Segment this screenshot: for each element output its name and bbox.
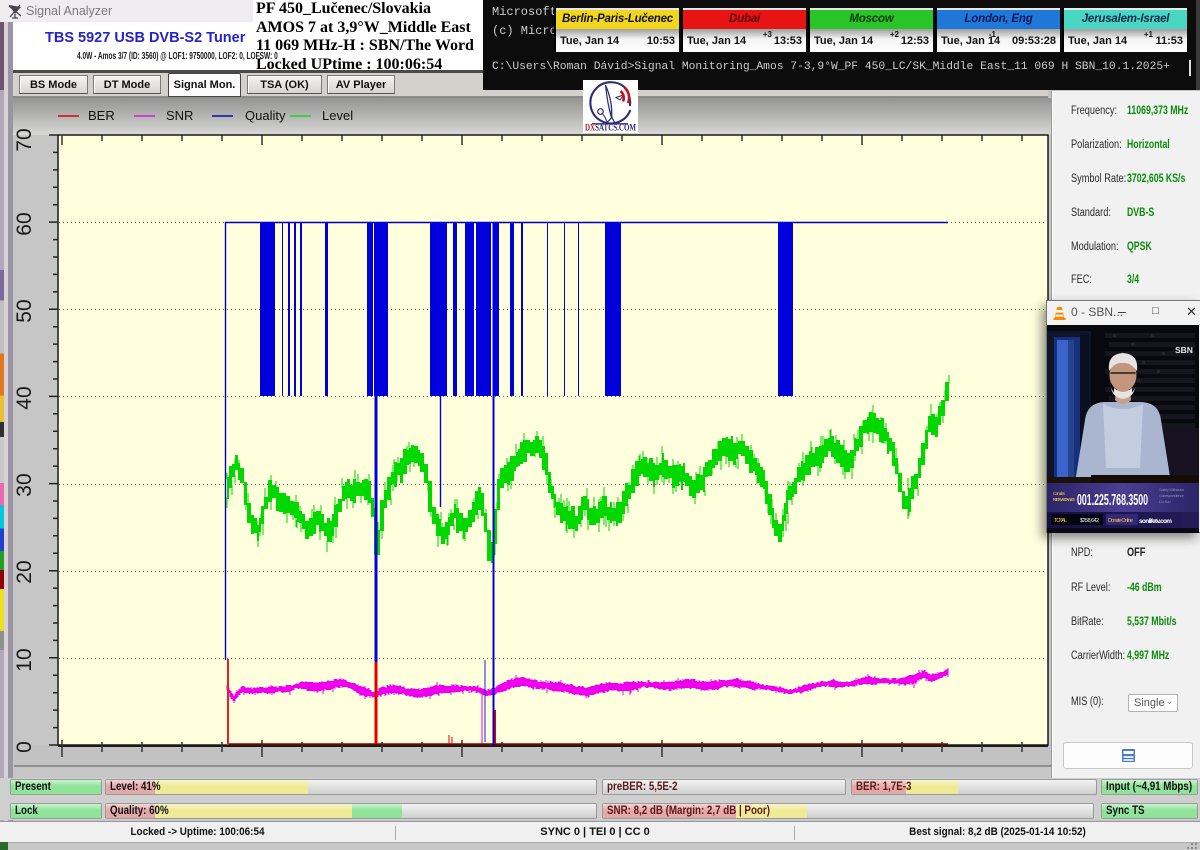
svg-text:001.225.768.3500: 001.225.768.3500 — [1077, 492, 1148, 509]
svg-text:INTERNACIONALES: INTERNACIONALES — [1053, 497, 1075, 502]
svg-text:Dollar: Dollar — [1159, 499, 1172, 504]
svg-text:Correspondence: Correspondence — [1159, 493, 1185, 498]
svg-text:TOTAL: TOTAL — [1054, 518, 1067, 524]
svg-text:Safely Withdraw: Safely Withdraw — [1159, 487, 1184, 492]
svg-text:sonlifetv.com: sonlifetv.com — [1139, 518, 1172, 525]
svg-text:DXSATCS.COM: DXSATCS.COM — [585, 124, 636, 134]
svg-text:Donate Online: Donate Online — [1108, 518, 1133, 524]
svg-text:$258,642: $258,642 — [1080, 518, 1099, 524]
svg-text:Canales: Canales — [1053, 491, 1066, 496]
svg-text:SBN: SBN — [1175, 345, 1193, 355]
